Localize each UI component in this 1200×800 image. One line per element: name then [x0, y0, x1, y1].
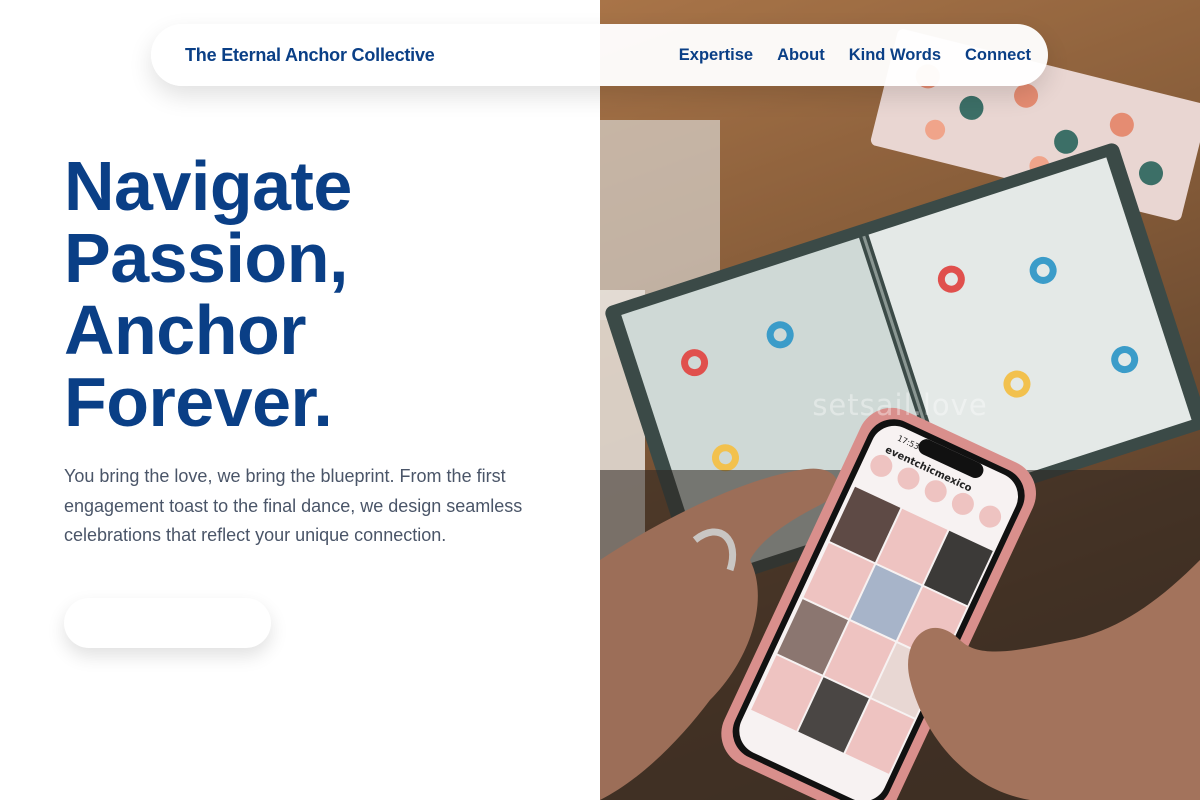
hero-intro-text: You bring the love, we bring the bluepri… — [64, 466, 523, 545]
hero-photo: eventchicmexico 17:53 — [600, 0, 1200, 800]
headline-line: Passion, — [64, 219, 348, 297]
nav-links: Expertise About Kind Words Connect — [679, 46, 1031, 65]
brand-logo-link[interactable]: The Eternal Anchor Collective — [185, 45, 435, 66]
nav-link-kind-words[interactable]: Kind Words — [849, 46, 941, 65]
nav-link-expertise[interactable]: Expertise — [679, 46, 753, 65]
page: eventchicmexico 17:53 setsail.love The E… — [0, 0, 1200, 800]
nav-link-connect[interactable]: Connect — [965, 46, 1031, 65]
hero-headline: Navigate Passion, Anchor Forever. — [64, 150, 352, 438]
headline-line: Navigate — [64, 147, 352, 225]
nav-link-about[interactable]: About — [777, 46, 825, 65]
hero-photo-illustration: eventchicmexico 17:53 — [600, 0, 1200, 800]
top-navigation: The Eternal Anchor Collective Expertise … — [151, 24, 1048, 86]
hero-cta-button[interactable] — [64, 598, 271, 648]
headline-line: Forever. — [64, 363, 333, 441]
headline-line: Anchor — [64, 291, 306, 369]
